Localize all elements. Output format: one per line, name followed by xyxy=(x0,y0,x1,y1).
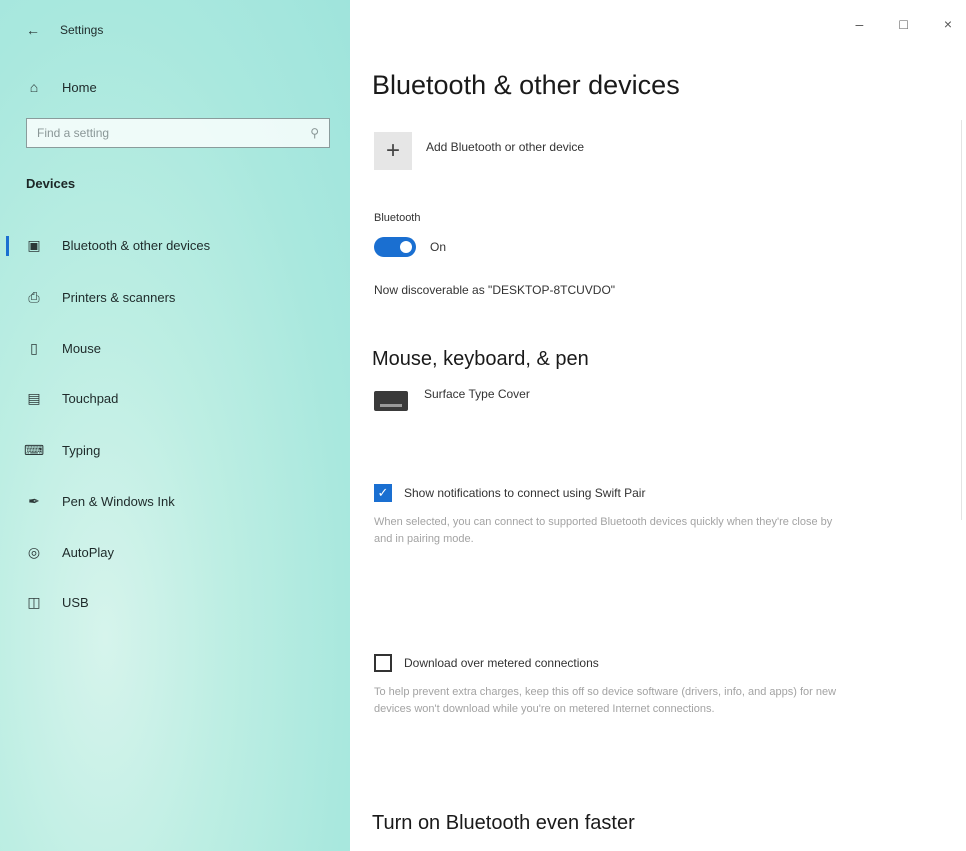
sidebar-item-label: Printers & scanners xyxy=(62,289,176,305)
main-content: – □ × Bluetooth & other devices + Add Bl… xyxy=(350,0,966,851)
autoplay-icon: ◎ xyxy=(27,543,41,560)
bluetooth-state: On xyxy=(430,240,447,254)
bluetooth-toggle[interactable] xyxy=(374,237,416,257)
metered-checkbox[interactable] xyxy=(374,654,392,672)
sidebar-item-label: Typing xyxy=(62,442,101,458)
sidebar-section-title: Devices xyxy=(26,176,76,191)
window-title: Settings xyxy=(60,23,104,37)
sidebar-home-label: Home xyxy=(62,79,97,95)
printer-icon: ⎙ xyxy=(28,288,40,305)
sidebar-item-typing[interactable]: ⌨ Typing xyxy=(12,433,342,467)
device-name: Surface Type Cover xyxy=(424,387,530,401)
pen-icon: ✒ xyxy=(28,492,40,509)
swift-pair-checkbox-row[interactable]: ✓ Show notifications to connect using Sw… xyxy=(374,484,645,502)
home-icon: ⌂ xyxy=(29,79,39,95)
bluetooth-label: Bluetooth xyxy=(374,212,421,224)
search-input[interactable]: Find a setting ⚲ xyxy=(26,118,330,148)
sidebar-item-bluetooth[interactable]: ▣ Bluetooth & other devices xyxy=(6,228,342,262)
settings-window: ← Settings ⌂ Home Find a setting ⚲ Devic… xyxy=(0,0,966,851)
sidebar: ← Settings ⌂ Home Find a setting ⚲ Devic… xyxy=(0,0,350,851)
search-placeholder: Find a setting xyxy=(37,126,110,140)
sidebar-item-label: Pen & Windows Ink xyxy=(62,493,175,509)
minimize-icon[interactable]: – xyxy=(856,16,864,32)
sidebar-item-label: AutoPlay xyxy=(62,544,115,560)
sidebar-item-label: Touchpad xyxy=(62,390,119,406)
plus-icon: + xyxy=(374,132,412,170)
sidebar-item-printers[interactable]: ⎙ Printers & scanners xyxy=(12,280,342,314)
page-title: Bluetooth & other devices xyxy=(372,70,680,100)
metered-description: To help prevent extra charges, keep this… xyxy=(374,686,837,715)
sidebar-item-home[interactable]: ⌂ Home xyxy=(12,70,342,104)
bluetooth-devices-icon: ▣ xyxy=(27,236,41,253)
usb-icon: ◫ xyxy=(27,593,41,610)
sidebar-item-usb[interactable]: ◫ USB xyxy=(12,585,342,619)
section-heading-mkp: Mouse, keyboard, & pen xyxy=(372,348,589,370)
back-arrow-icon[interactable]: ← xyxy=(26,22,40,38)
sidebar-item-mouse[interactable]: ▯ Mouse xyxy=(12,331,342,365)
sidebar-item-pen[interactable]: ✒ Pen & Windows Ink xyxy=(12,484,342,518)
keyboard-device-icon xyxy=(374,391,408,411)
window-controls: – □ × xyxy=(856,16,952,32)
titlebar-left: ← Settings xyxy=(26,20,103,40)
metered-label: Download over metered connections xyxy=(404,656,599,670)
add-device-label: Add Bluetooth or other device xyxy=(426,140,585,154)
device-item[interactable]: Surface Type Cover xyxy=(374,387,530,411)
discoverable-text: Now discoverable as "DESKTOP-8TCUVDO" xyxy=(374,283,616,297)
sidebar-item-label: Mouse xyxy=(62,340,102,356)
mouse-icon: ▯ xyxy=(30,339,38,356)
touchpad-icon: ▤ xyxy=(27,389,41,406)
search-icon[interactable]: ⚲ xyxy=(310,126,319,140)
swift-pair-description: When selected, you can connect to suppor… xyxy=(374,516,833,545)
metered-checkbox-row[interactable]: Download over metered connections xyxy=(374,654,599,672)
swift-pair-label: Show notifications to connect using Swif… xyxy=(404,486,646,500)
sidebar-item-touchpad[interactable]: ▤ Touchpad xyxy=(12,381,342,415)
sidebar-item-label: Bluetooth & other devices xyxy=(62,237,211,253)
close-icon[interactable]: × xyxy=(944,16,952,32)
add-device-button[interactable]: + Add Bluetooth or other device xyxy=(374,132,584,170)
maximize-icon[interactable]: □ xyxy=(899,16,907,32)
scrollbar[interactable] xyxy=(961,120,962,520)
section-heading-faster: Turn on Bluetooth even faster xyxy=(372,812,635,834)
sidebar-item-autoplay[interactable]: ◎ AutoPlay xyxy=(12,535,342,569)
sidebar-item-label: USB xyxy=(62,594,89,610)
swift-pair-checkbox[interactable]: ✓ xyxy=(374,484,392,502)
keyboard-icon: ⌨ xyxy=(23,441,45,458)
